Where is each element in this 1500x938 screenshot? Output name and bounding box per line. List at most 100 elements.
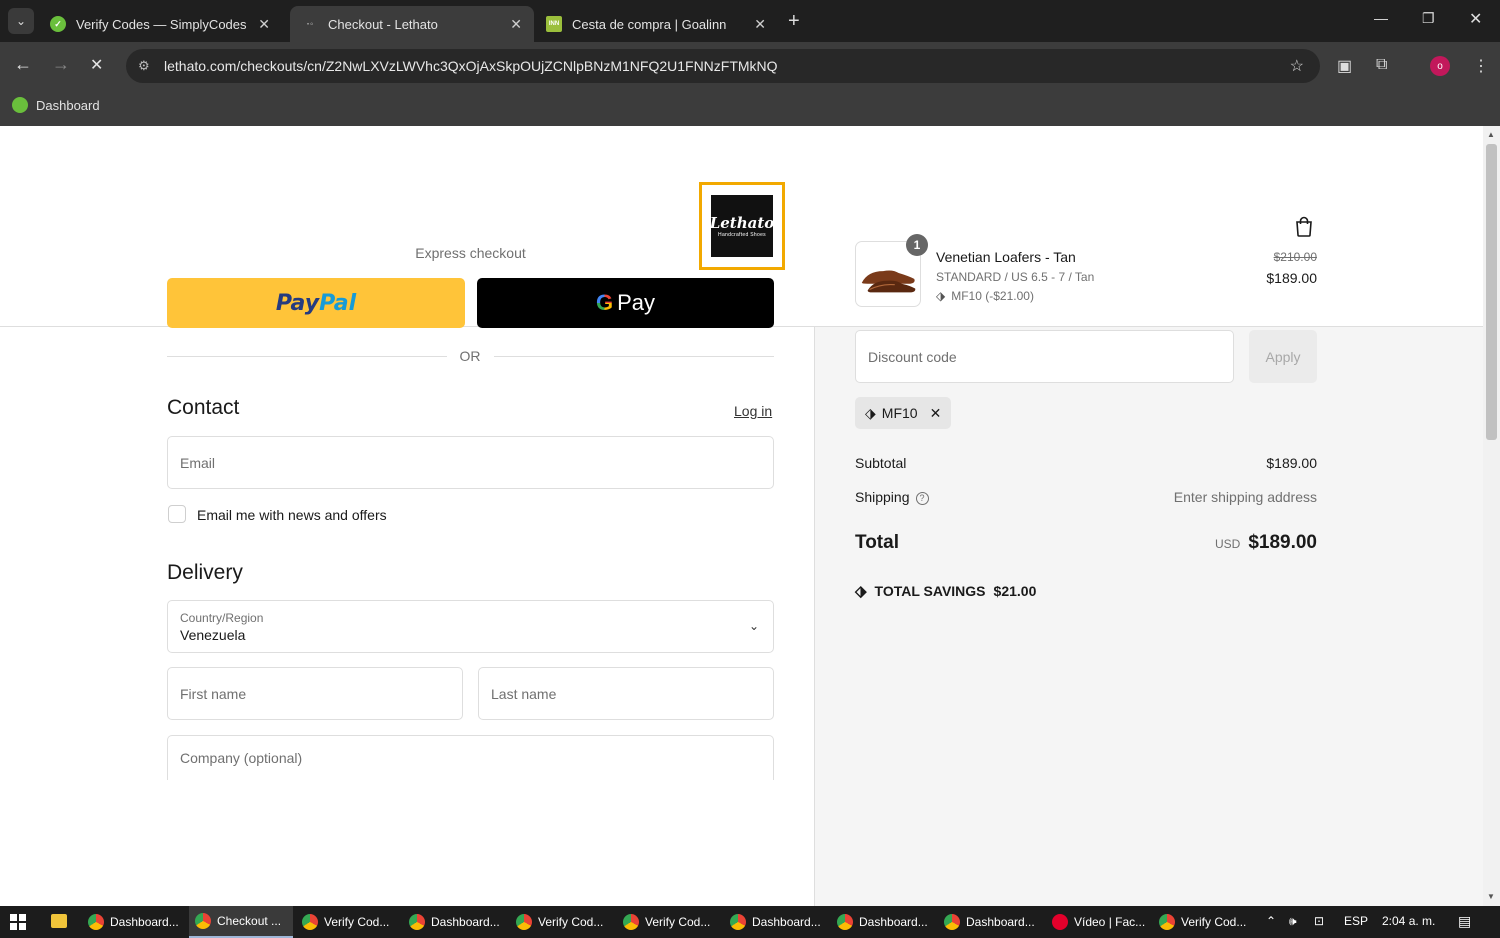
tab-goalinn[interactable]: INN Cesta de compra | Goalinn ✕ [534, 6, 778, 42]
minimize-button[interactable]: — [1374, 10, 1388, 26]
close-icon[interactable]: ✕ [510, 16, 522, 33]
company-field[interactable]: Company (optional) [167, 735, 774, 780]
or-divider-label: OR [459, 348, 481, 364]
country-select[interactable]: Country/Region Venezuela ⌄ [167, 600, 774, 653]
scroll-up-icon[interactable]: ▲ [1487, 130, 1495, 139]
company-placeholder: Company (optional) [180, 750, 303, 766]
close-icon[interactable]: ✕ [754, 16, 766, 33]
taskbar-item[interactable]: Verify Cod... [296, 906, 400, 938]
language-indicator[interactable]: ESP [1344, 914, 1368, 928]
url-text: lethato.com/checkouts/cn/Z2NwLXVzLWVhc3Q… [164, 58, 778, 74]
simplycodes-icon [12, 97, 28, 113]
divider [167, 356, 447, 357]
taskbar-item[interactable]: Dashboard... [82, 906, 186, 938]
shipping-label-row: Shipping? [855, 489, 929, 505]
taskbar-item[interactable]: Verify Cod... [510, 906, 614, 938]
total-value: $189.00 [1248, 532, 1317, 553]
total-amount: USD $189.00 [1117, 532, 1317, 554]
address-bar[interactable]: ⚙ lethato.com/checkouts/cn/Z2NwLXVzLWVhc… [126, 49, 1320, 83]
login-link[interactable]: Log in [734, 403, 772, 419]
window-close-button[interactable]: ✕ [1469, 9, 1482, 29]
chrome-icon [302, 914, 318, 930]
chrome-icon [837, 914, 853, 930]
windows-start-icon[interactable] [10, 914, 26, 930]
divider [494, 356, 774, 357]
taskbar-item[interactable]: Dashboard... [831, 906, 935, 938]
logo-tagline: Handcrafted Shoes [718, 232, 766, 238]
clock[interactable]: 2:04 a. m. [1382, 914, 1435, 928]
scroll-down-icon[interactable]: ▼ [1487, 892, 1495, 901]
tag-icon: ⬗ [855, 583, 867, 600]
chrome-icon [516, 914, 532, 930]
taskbar-label: Dashboard... [966, 915, 1035, 929]
savings-value: $21.00 [993, 583, 1037, 599]
forward-button[interactable]: → [52, 54, 70, 75]
network-icon[interactable]: ⊡ [1314, 914, 1324, 928]
taskbar-label: Checkout ... [217, 914, 282, 928]
product-discount-text: MF10 (-$21.00) [951, 289, 1034, 303]
newsletter-label: Email me with news and offers [197, 507, 387, 523]
email-field[interactable]: Email [167, 436, 774, 489]
page-scrollbar[interactable]: ▲ ▼ [1483, 126, 1500, 906]
apply-button[interactable]: Apply [1249, 330, 1317, 383]
delivery-heading: Delivery [167, 561, 243, 584]
taskbar-item[interactable]: Verify Cod... [1153, 906, 1257, 938]
new-tab-button[interactable]: + [788, 10, 800, 33]
taskbar-item[interactable]: Dashboard... [403, 906, 507, 938]
tab-title: Checkout - Lethato [328, 16, 438, 32]
profile-avatar[interactable]: o [1430, 56, 1450, 76]
tab-checkout-lethato[interactable]: ·◦ Checkout - Lethato ✕ [290, 6, 534, 42]
last-name-field[interactable]: Last name [478, 667, 774, 720]
stop-loading-button[interactable]: ✕ [90, 55, 103, 75]
extensions-puzzle-icon[interactable]: ⧉ [1376, 56, 1387, 74]
subtotal-label: Subtotal [855, 455, 907, 471]
browser-menu-icon[interactable]: ⋮ [1473, 56, 1489, 76]
site-info-icon[interactable]: ⚙ [138, 58, 150, 74]
google-pay-button[interactable]: G Pay [477, 278, 774, 328]
first-name-field[interactable]: First name [167, 667, 463, 720]
taskbar-item[interactable]: Dashboard... [938, 906, 1042, 938]
taskbar-label: Dashboard... [752, 915, 821, 929]
browser-toolbar: ← → ✕ ⚙ lethato.com/checkouts/cn/Z2NwLXV… [0, 42, 1500, 90]
discount-placeholder: Discount code [868, 348, 957, 365]
taskbar-label: Dashboard... [431, 915, 500, 929]
product-name: Venetian Loafers - Tan [936, 249, 1076, 265]
close-icon[interactable]: ✕ [258, 16, 270, 33]
bookmark-label: Dashboard [36, 97, 100, 113]
file-explorer-icon[interactable] [51, 914, 67, 928]
tab-search-button[interactable]: ⌄ [8, 8, 34, 34]
opera-icon [1052, 914, 1068, 930]
logo-wordmark: Lethato [709, 214, 775, 232]
extension-icon[interactable]: ▣ [1337, 56, 1352, 76]
help-icon[interactable]: ? [915, 491, 929, 505]
taskbar-item[interactable]: Checkout ... [189, 906, 293, 938]
paypal-logo-part: Pal [319, 290, 357, 316]
remove-discount-icon[interactable]: ✕ [930, 405, 942, 422]
chevron-down-icon: ⌄ [748, 619, 759, 633]
paypal-button[interactable]: Pay Pal [167, 278, 465, 328]
tray-overflow-icon[interactable]: ⌃ [1266, 914, 1276, 928]
shopping-bag-icon[interactable] [1294, 215, 1314, 237]
taskbar-item[interactable]: Verify Cod... [617, 906, 721, 938]
restore-button[interactable]: ❐ [1422, 10, 1435, 27]
discount-code-input[interactable]: Discount code [855, 330, 1234, 383]
notifications-icon[interactable]: ▤ [1458, 913, 1471, 930]
last-name-placeholder: Last name [491, 685, 557, 702]
taskbar-item[interactable]: Vídeo | Fac... [1046, 906, 1150, 938]
tab-verify-codes[interactable]: ✓ Verify Codes — SimplyCodes ✕ [38, 6, 282, 42]
country-label: Country/Region [180, 610, 264, 625]
country-value: Venezuela [180, 626, 246, 643]
bookmark-star-icon[interactable]: ☆ [1290, 56, 1304, 76]
tag-icon: ⬗ [936, 289, 946, 303]
taskbar-item[interactable]: Dashboard... [724, 906, 828, 938]
goalinn-icon: INN [546, 16, 562, 32]
shipping-label: Shipping [855, 489, 910, 505]
paypal-logo-part: Pay [275, 290, 320, 316]
newsletter-checkbox[interactable] [168, 505, 186, 523]
volume-icon[interactable]: 🕪 [1289, 914, 1297, 929]
original-price: $210.00 [1273, 250, 1317, 264]
chrome-icon [409, 914, 425, 930]
scroll-thumb[interactable] [1486, 144, 1497, 440]
bookmark-dashboard[interactable]: Dashboard [12, 97, 100, 113]
back-button[interactable]: ← [14, 54, 32, 75]
